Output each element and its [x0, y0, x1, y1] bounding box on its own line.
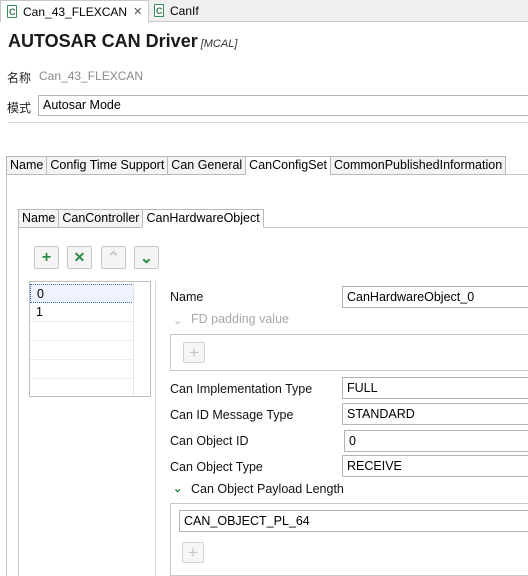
page-subtitle: [MCAL]	[200, 38, 238, 50]
id-msg-type-field[interactable]: STANDARD	[342, 403, 528, 425]
editor-tab-can43flexcan[interactable]: C Can_43_FLEXCAN ✕	[0, 0, 150, 23]
page-title-text: AUTOSAR CAN Driver	[8, 31, 198, 51]
chevron-down-icon[interactable]: ⌄	[173, 482, 182, 495]
fd-padding-label[interactable]: FD padding value	[191, 312, 289, 326]
plus-icon: +	[189, 342, 199, 362]
id-msg-type-label: Can ID Message Type	[170, 408, 294, 422]
subtab-name[interactable]: Name	[18, 209, 59, 228]
list-item-empty	[30, 322, 134, 341]
move-down-button[interactable]: ⌄	[134, 246, 159, 269]
tab-can-general[interactable]: Can General	[167, 156, 246, 175]
list-item[interactable]: 1	[30, 303, 134, 322]
object-id-field[interactable]: 0	[344, 430, 528, 452]
config-file-icon: C	[7, 4, 17, 18]
add-payload-length-button[interactable]: +	[182, 542, 204, 563]
list-item[interactable]: 0	[30, 284, 134, 303]
list-column-divider	[133, 283, 134, 395]
divider	[8, 122, 528, 123]
config-file-icon: C	[154, 4, 164, 17]
add-fd-padding-button[interactable]: +	[183, 342, 205, 363]
remove-icon: ✕	[73, 249, 86, 265]
mode-field[interactable]: Autosar Mode	[38, 95, 528, 116]
name-value: Can_43_FLEXCAN	[39, 69, 144, 83]
impl-type-field[interactable]: FULL	[342, 377, 528, 399]
chevron-down-icon[interactable]: ⌄	[173, 314, 182, 327]
object-id-label: Can Object ID	[170, 434, 249, 448]
tab-config-time-support[interactable]: Config Time Support	[46, 156, 168, 175]
tab-name[interactable]: Name	[6, 156, 47, 175]
chevron-down-icon: ⌄	[139, 249, 154, 267]
close-icon[interactable]: ✕	[133, 5, 142, 18]
list-item-empty	[30, 341, 134, 360]
sub-tab-bar: Name CanController CanHardwareObject	[18, 209, 264, 228]
subtab-can-hardware-object[interactable]: CanHardwareObject	[142, 209, 264, 228]
payload-length-label[interactable]: Can Object Payload Length	[191, 482, 344, 496]
name-field[interactable]: CanHardwareObject_0	[342, 286, 528, 308]
move-up-button[interactable]: ⌃	[101, 246, 126, 269]
name-field-label: Name	[170, 290, 204, 304]
editor-tab-label: CanIf	[170, 4, 199, 18]
name-label: 名称	[7, 71, 32, 85]
list-item-empty	[30, 360, 134, 379]
panel-divider	[155, 281, 156, 576]
editor-tab-canif[interactable]: C CanIf	[148, 0, 205, 22]
editor-tab-label: Can_43_FLEXCAN	[23, 4, 128, 19]
impl-type-label: Can Implementation Type	[170, 382, 313, 396]
subtab-can-controller[interactable]: CanController	[58, 209, 143, 228]
page-title: AUTOSAR CAN Driver [MCAL]	[8, 31, 237, 52]
tab-common-published-information[interactable]: CommonPublishedInformation	[330, 156, 507, 175]
plus-icon: +	[41, 248, 52, 266]
editor-tab-bar: C Can_43_FLEXCAN ✕ C CanIf	[0, 0, 528, 23]
chevron-up-icon: ⌃	[106, 249, 121, 267]
mode-label: 模式	[7, 101, 32, 115]
payload-length-field[interactable]: CAN_OBJECT_PL_64	[179, 510, 528, 532]
object-type-field[interactable]: RECEIVE	[342, 455, 528, 477]
tab-can-config-set[interactable]: CanConfigSet	[245, 156, 330, 175]
object-type-label: Can Object Type	[170, 460, 263, 474]
remove-button[interactable]: ✕	[67, 246, 92, 269]
plus-icon: +	[188, 542, 198, 562]
add-button[interactable]: +	[34, 246, 59, 269]
main-tab-bar: Name Config Time Support Can General Can…	[6, 156, 507, 175]
fd-padding-container	[170, 334, 528, 371]
